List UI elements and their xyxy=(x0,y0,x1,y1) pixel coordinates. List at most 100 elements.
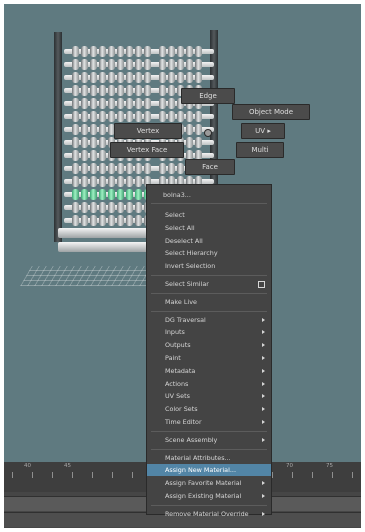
marking-menu-face[interactable]: Face xyxy=(185,159,235,175)
menu-item-deselect-all[interactable]: Deselect All xyxy=(147,235,271,247)
menu-item-scene-assembly[interactable]: Scene Assembly xyxy=(147,434,271,446)
abacus-bead xyxy=(81,59,88,70)
menu-item-label: Invert Selection xyxy=(165,262,216,271)
abacus-bead xyxy=(135,111,142,122)
abacus-bead xyxy=(126,85,133,96)
selected-bead xyxy=(126,189,133,200)
time-tick xyxy=(292,472,293,478)
menu-item-dg-traversal[interactable]: DG Traversal xyxy=(147,314,271,326)
abacus-bead xyxy=(81,111,88,122)
time-tick xyxy=(312,472,313,478)
option-box-icon[interactable] xyxy=(258,281,265,288)
menu-item-time-editor[interactable]: Time Editor xyxy=(147,416,271,428)
abacus-bead xyxy=(126,202,133,213)
menu-item-make-live[interactable]: Make Live xyxy=(147,296,271,308)
menu-separator xyxy=(151,310,267,312)
context-menu: bolna3... Select Select All Deselect All Se… xyxy=(146,184,272,518)
abacus-bead xyxy=(81,124,88,135)
abacus-bead xyxy=(135,215,142,226)
menu-item-remove-material-override[interactable]: Remove Material Override xyxy=(147,508,271,520)
menu-item-paint[interactable]: Paint xyxy=(147,352,271,364)
menu-item-select-hierarchy[interactable]: Select Hierarchy xyxy=(147,247,271,259)
abacus-left-post xyxy=(54,32,62,242)
menu-item-label: Select xyxy=(165,211,185,219)
menu-separator xyxy=(151,292,267,294)
abacus-bead xyxy=(168,163,175,174)
abacus-bead xyxy=(135,46,142,57)
abacus-bead xyxy=(195,59,202,70)
abacus-bead xyxy=(99,59,106,70)
abacus-bead xyxy=(186,111,193,122)
submenu-arrow-icon xyxy=(262,356,265,360)
submenu-arrow-icon xyxy=(262,437,265,442)
marking-menu-object-mode[interactable]: Object Mode xyxy=(232,104,310,120)
abacus-bead xyxy=(108,59,115,70)
menu-item-color-sets[interactable]: Color Sets xyxy=(147,403,271,415)
abacus-bead xyxy=(135,98,142,109)
menu-item-assign-new-material[interactable]: Assign New Material... xyxy=(147,464,271,477)
abacus-bead xyxy=(99,150,106,161)
abacus-bead xyxy=(108,72,115,83)
selected-bead xyxy=(72,189,79,200)
selected-bead xyxy=(117,189,124,200)
abacus-bead xyxy=(117,98,124,109)
menu-item-inputs[interactable]: Inputs xyxy=(147,326,271,338)
marking-menu-edge[interactable]: Edge xyxy=(181,88,235,104)
time-tick xyxy=(112,472,113,478)
menu-item-select[interactable]: Select xyxy=(147,209,271,221)
menu-item-label: UV Sets xyxy=(165,392,190,401)
abacus-bead xyxy=(81,150,88,161)
marking-menu-uv[interactable]: UV ▸ xyxy=(241,123,285,139)
abacus-bead xyxy=(108,46,115,57)
abacus-bead xyxy=(99,176,106,187)
menu-item-uv-sets[interactable]: UV Sets xyxy=(147,390,271,402)
submenu-arrow-icon xyxy=(262,330,265,335)
abacus-bead xyxy=(81,46,88,57)
menu-item-label: Select Similar xyxy=(165,280,209,288)
context-menu-title: bolna3... xyxy=(163,191,191,199)
menu-item-material-attributes[interactable]: Material Attributes... xyxy=(147,452,271,464)
menu-item-assign-favorite-material[interactable]: Assign Favorite Material xyxy=(147,477,271,489)
abacus-bead xyxy=(81,176,88,187)
selected-bead xyxy=(81,189,88,200)
abacus-bead xyxy=(177,72,184,83)
abacus-bead xyxy=(126,176,133,187)
abacus-bead xyxy=(99,215,106,226)
abacus-bead xyxy=(195,72,202,83)
menu-item-select-all[interactable]: Select All xyxy=(147,222,271,234)
marking-menu-multi[interactable]: Multi xyxy=(236,142,284,158)
submenu-arrow-icon xyxy=(262,407,265,412)
menu-item-actions[interactable]: Actions xyxy=(147,378,271,390)
viewport-3d[interactable]: Edge Object Mode UV ▸ Vertex Vertex Face… xyxy=(4,4,361,528)
menu-separator xyxy=(151,203,267,204)
abacus-bead xyxy=(99,137,106,148)
menu-item-invert-selection[interactable]: Invert Selection xyxy=(147,260,271,272)
submenu-arrow-icon xyxy=(262,381,265,386)
abacus-bead xyxy=(195,111,202,122)
marking-menu-uv-label: UV xyxy=(255,127,266,135)
menu-item-assign-existing-material[interactable]: Assign Existing Material xyxy=(147,490,271,502)
abacus-bead xyxy=(72,150,79,161)
abacus-bead xyxy=(81,72,88,83)
abacus-bead xyxy=(90,176,97,187)
marking-menu-vertex-face[interactable]: Vertex Face xyxy=(110,142,184,158)
abacus-bead xyxy=(117,202,124,213)
time-label: 75 xyxy=(326,463,333,469)
abacus-bead xyxy=(72,72,79,83)
menu-item-select-similar[interactable]: Select Similar xyxy=(147,278,271,290)
abacus-bead xyxy=(177,163,184,174)
menu-item-label: Assign Existing Material xyxy=(165,492,242,500)
menu-item-label: Select All xyxy=(165,223,195,232)
selected-bead xyxy=(99,189,106,200)
abacus-bead xyxy=(144,46,151,57)
abacus-bead xyxy=(72,85,79,96)
abacus-bead xyxy=(144,85,151,96)
abacus-bead xyxy=(72,215,79,226)
marking-menu-vertex[interactable]: Vertex xyxy=(114,123,182,139)
abacus-bead xyxy=(72,202,79,213)
abacus-bead xyxy=(117,59,124,70)
submenu-arrow-icon xyxy=(262,494,265,498)
menu-item-metadata[interactable]: Metadata xyxy=(147,365,271,377)
menu-item-outputs[interactable]: Outputs xyxy=(147,339,271,351)
abacus-bead xyxy=(117,72,124,83)
